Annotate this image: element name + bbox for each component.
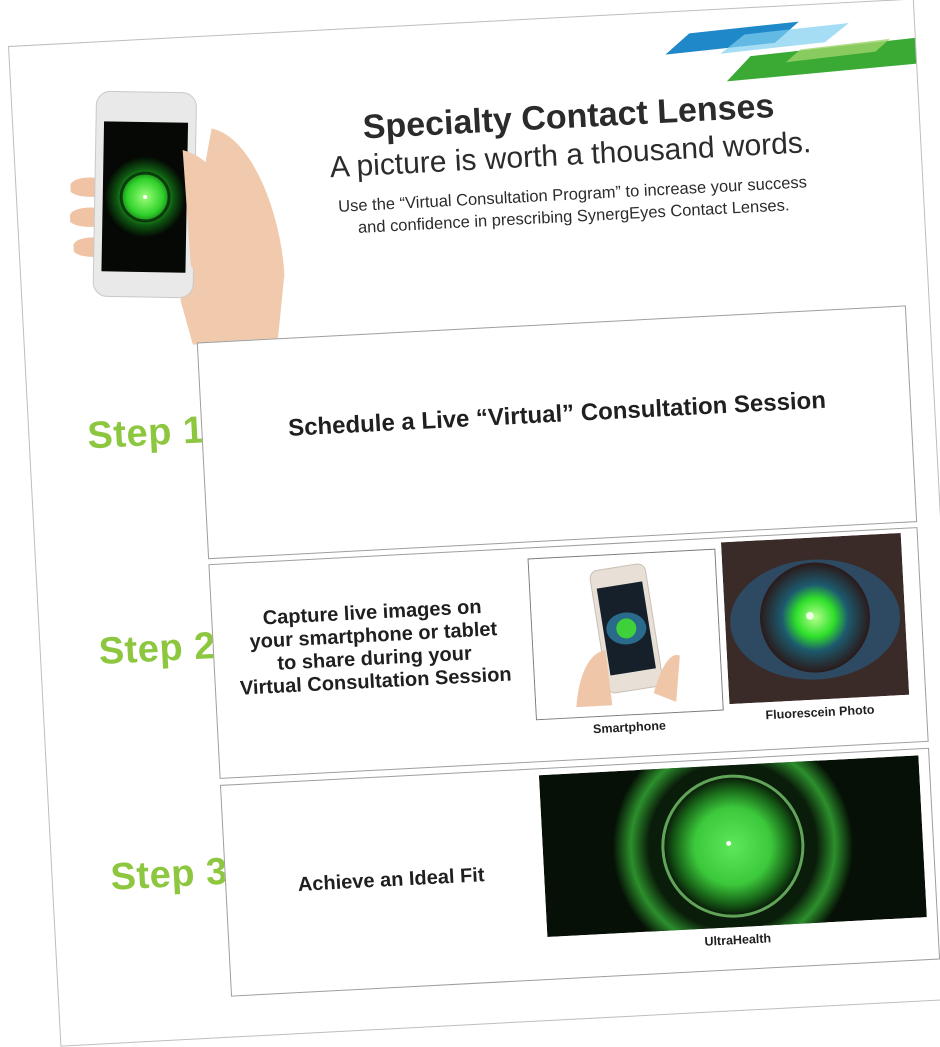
fluorescein-caption: Fluorescein Photo [765,702,875,723]
step-2-label: Step 2 [97,624,217,674]
step-1-text: Schedule a Live “Virtual” Consultation S… [287,386,827,442]
step-2-text: Capture live images on your smartphone o… [222,594,526,702]
fluorescein-photo [720,532,910,705]
step-2-box: Capture live images on your smartphone o… [208,527,929,779]
smartphone-photo-image [528,549,723,720]
smartphone-photo [527,548,724,721]
ultrahealth-photo-image [538,726,927,967]
flyer-page: Specialty Contact Lenses A picture is wo… [8,0,940,1047]
brand-stripes-graphic [665,21,922,82]
fluorescein-photo-image [720,532,910,705]
step-3-label: Step 3 [109,850,229,899]
step-1-box: Schedule a Live “Virtual” Consultation S… [196,305,918,560]
step-1-label: Step 1 [86,409,206,458]
ultrahealth-photo [538,726,927,967]
step-3-box: Achieve an Ideal Fit UltraHealth [219,726,940,997]
step-3-text: Achieve an Ideal Fit [297,864,485,896]
header-block: Specialty Contact Lenses A picture is wo… [263,82,879,244]
